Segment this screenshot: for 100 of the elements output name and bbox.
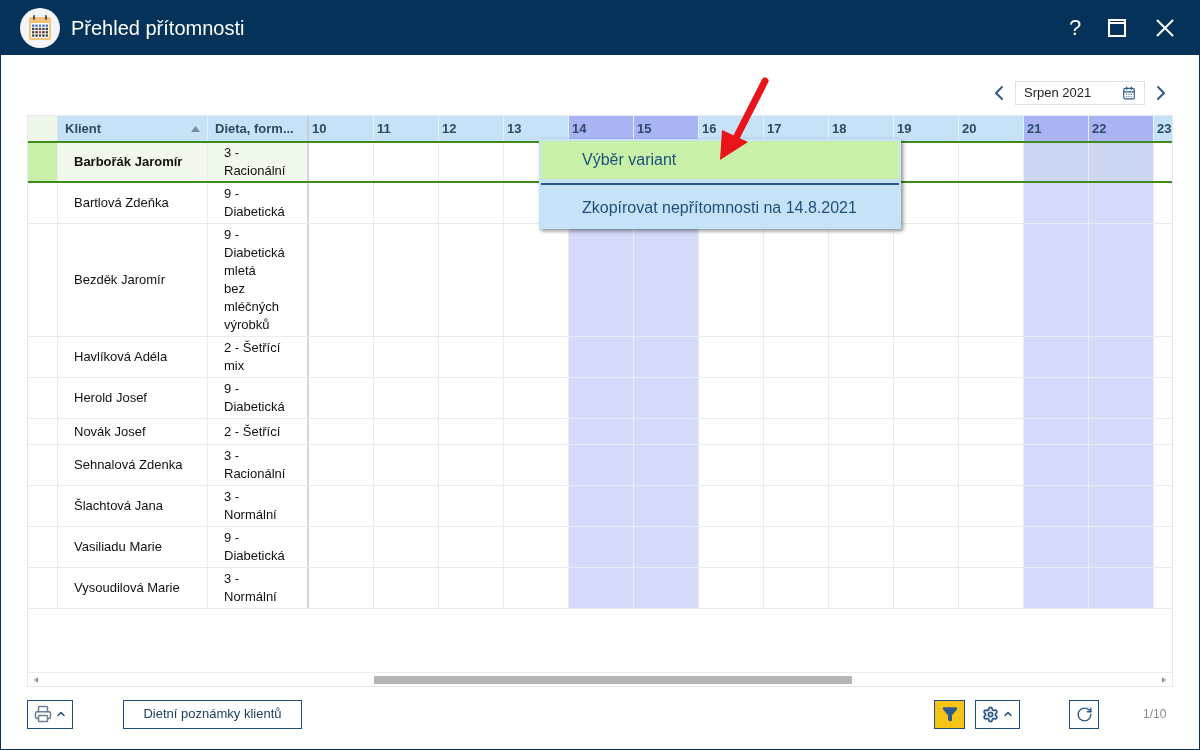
notes-button[interactable]: Dietní poznámky klientů	[123, 699, 302, 729]
day-header[interactable]: 18	[829, 116, 894, 141]
day-header[interactable]: 20	[959, 116, 1024, 141]
weekend-cell[interactable]	[634, 527, 699, 567]
weekend-cell[interactable]	[1089, 419, 1154, 444]
client-cell: Bezděk Jaromír	[58, 224, 208, 336]
table-row[interactable]: Sehnalová Zdenka 3 - Racionální	[28, 445, 1172, 486]
client-cell: Herold Josef	[58, 378, 208, 418]
weekend-cell[interactable]	[1089, 183, 1154, 223]
scrollbar-thumb[interactable]	[374, 675, 852, 684]
weekend-cell[interactable]	[569, 527, 634, 567]
filter-button[interactable]	[934, 699, 965, 729]
weekend-cell[interactable]	[1089, 486, 1154, 526]
menu-item[interactable]: Výběr variant	[541, 141, 899, 179]
sort-ascending-icon	[191, 125, 200, 132]
diet-cell: 9 - Diabetická	[208, 527, 309, 567]
table-row[interactable]: Bezděk Jaromír 9 - Diabetická mletá bez mléčných výrobků	[28, 224, 1172, 337]
weekend-cell[interactable]	[1089, 568, 1154, 608]
weekend-cell[interactable]	[634, 337, 699, 377]
client-cell: Sehnalová Zdenka	[58, 445, 208, 485]
printer-icon	[33, 705, 52, 723]
calendar-app-icon	[20, 7, 60, 48]
horizontal-scrollbar[interactable]	[28, 672, 1172, 686]
diet-cell: 2 - Šetřící mix	[208, 337, 309, 377]
scroll-right-icon[interactable]	[1162, 676, 1166, 683]
diet-cell: 3 - Racionální	[208, 445, 309, 485]
weekend-cell[interactable]	[1024, 143, 1089, 181]
weekend-cell[interactable]	[569, 419, 634, 444]
column-header[interactable]: Klient	[58, 116, 208, 141]
diet-cell: 9 - Diabetická mletá bez mléčných výrobků	[208, 224, 309, 336]
help-button[interactable]: ?	[1060, 11, 1090, 44]
weekend-cell[interactable]	[1089, 378, 1154, 418]
page-counter: 1/10	[1143, 706, 1168, 723]
weekend-cell[interactable]	[1024, 419, 1089, 444]
day-header[interactable]: 14	[569, 116, 634, 141]
weekend-cell[interactable]	[1024, 224, 1089, 336]
day-header[interactable]: 12	[439, 116, 504, 141]
day-header[interactable]: 11	[374, 116, 439, 141]
day-header[interactable]: 21	[1024, 116, 1089, 141]
diet-cell: 3 - Racionální	[208, 143, 309, 181]
weekend-cell[interactable]	[1089, 527, 1154, 567]
month-field[interactable]: Srpen 2021	[1015, 81, 1145, 105]
settings-icon	[981, 705, 999, 723]
weekend-cell[interactable]	[634, 445, 699, 485]
diet-cell: 9 - Diabetická	[208, 378, 309, 418]
weekend-cell[interactable]	[634, 419, 699, 444]
diet-cell: 3 - Normální	[208, 568, 309, 608]
weekend-cell[interactable]	[1089, 445, 1154, 485]
settings-button[interactable]	[975, 699, 1020, 729]
day-header[interactable]: 23	[1154, 116, 1172, 141]
weekend-cell[interactable]	[1024, 445, 1089, 485]
weekend-cell[interactable]	[1089, 143, 1154, 181]
table-row[interactable]: Vasiliadu Marie 9 - Diabetická	[28, 527, 1172, 568]
day-header[interactable]: 22	[1089, 116, 1154, 141]
weekend-cell[interactable]	[634, 568, 699, 608]
day-header[interactable]: 15	[634, 116, 699, 141]
client-cell: Šlachtová Jana	[58, 486, 208, 526]
diet-cell: 9 - Diabetická	[208, 183, 309, 223]
day-header[interactable]: 13	[504, 116, 569, 141]
weekend-cell[interactable]	[569, 486, 634, 526]
weekend-cell[interactable]	[1024, 337, 1089, 377]
client-cell: Barbořák Jaromír	[58, 143, 208, 181]
weekend-cell[interactable]	[569, 337, 634, 377]
weekend-cell[interactable]	[569, 378, 634, 418]
day-header[interactable]: 10	[309, 116, 374, 141]
window-title: Přehled přítomnosti	[71, 15, 245, 41]
table-row[interactable]: Herold Josef 9 - Diabetická	[28, 378, 1172, 419]
maximize-icon[interactable]	[1108, 18, 1126, 37]
weekend-cell[interactable]	[1089, 337, 1154, 377]
weekend-cell[interactable]	[1024, 527, 1089, 567]
weekend-cell[interactable]	[569, 568, 634, 608]
scroll-left-icon[interactable]	[34, 676, 38, 683]
client-cell: Havlíková Adéla	[58, 337, 208, 377]
client-cell: Novák Josef	[58, 419, 208, 444]
client-cell: Vysoudilová Marie	[58, 568, 208, 608]
row-marker[interactable]	[28, 143, 58, 181]
table-row[interactable]: Šlachtová Jana 3 - Normální	[28, 486, 1172, 527]
table-row[interactable]: Vysoudilová Marie 3 - Normální	[28, 568, 1172, 609]
diet-cell: 3 - Normální	[208, 486, 309, 526]
weekend-cell[interactable]	[1024, 183, 1089, 223]
calendar-icon[interactable]	[1122, 86, 1136, 100]
weekend-cell[interactable]	[1024, 378, 1089, 418]
close-icon[interactable]	[1156, 18, 1174, 37]
weekend-cell[interactable]	[1024, 486, 1089, 526]
diet-cell: 2 - Šetřící	[208, 419, 309, 444]
print-button[interactable]	[27, 699, 73, 729]
refresh-icon	[1075, 705, 1093, 723]
weekend-cell[interactable]	[634, 378, 699, 418]
refresh-button[interactable]	[1069, 699, 1099, 729]
weekend-cell[interactable]	[1089, 224, 1154, 336]
client-cell: Bartlová Zdeňka	[58, 183, 208, 223]
weekend-cell[interactable]	[569, 445, 634, 485]
table-row[interactable]: Havlíková Adéla 2 - Šetřící mix	[28, 337, 1172, 378]
column-header[interactable]: Dieta, form...	[208, 116, 309, 141]
menu-item[interactable]: Zkopírovat nepřítomnosti na 14.8.2021	[541, 189, 899, 227]
day-header[interactable]: 17	[764, 116, 829, 141]
table-row[interactable]: Novák Josef 2 - Šetřící	[28, 419, 1172, 445]
weekend-cell[interactable]	[1024, 568, 1089, 608]
weekend-cell[interactable]	[634, 486, 699, 526]
day-header[interactable]: 19	[894, 116, 959, 141]
